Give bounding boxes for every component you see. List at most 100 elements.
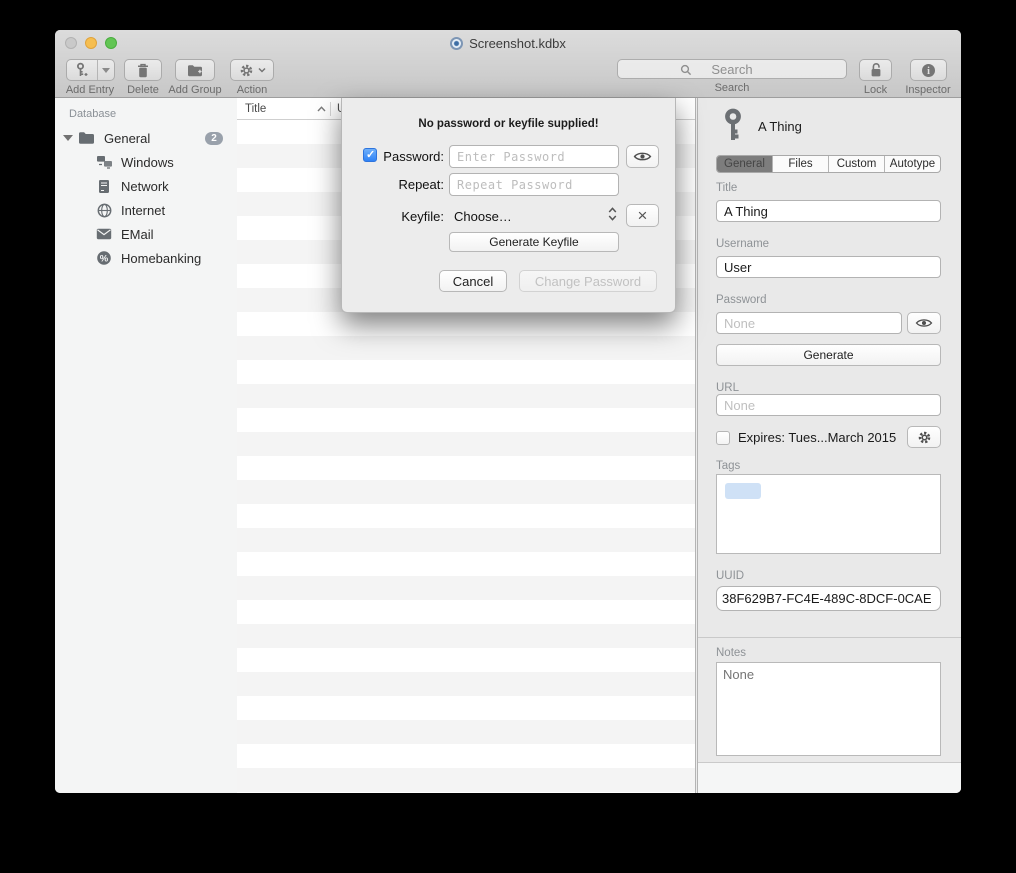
- entry-count-badge: 2: [205, 132, 223, 145]
- search-icon: [680, 64, 692, 76]
- toolbar-item-lock: Lock: [858, 59, 893, 96]
- add-entry-dropdown[interactable]: [97, 60, 114, 80]
- generate-keyfile-button[interactable]: Generate Keyfile: [449, 232, 619, 252]
- sidebar-item-network[interactable]: Network: [55, 174, 237, 198]
- reveal-password-button[interactable]: [626, 145, 659, 168]
- repeat-password-input[interactable]: [449, 173, 619, 196]
- action-label: Action: [237, 84, 268, 96]
- svg-text:i: i: [927, 66, 930, 77]
- tab-custom[interactable]: Custom: [828, 156, 884, 172]
- toolbar-item-action: Action: [229, 59, 275, 96]
- toolbar-item-inspector: i Inspector: [904, 59, 952, 96]
- inspector-tabs: General Files Custom Autotype: [716, 155, 941, 173]
- eye-icon: [633, 150, 652, 163]
- add-group-button[interactable]: [175, 59, 215, 81]
- username-field-label: Username: [716, 238, 769, 250]
- toolbar: Add Entry Delete: [55, 56, 961, 98]
- column-title-label: Title: [245, 103, 266, 115]
- tab-files[interactable]: Files: [772, 156, 828, 172]
- sidebar: Database General 2 Windows Network: [55, 98, 237, 793]
- enter-password-input[interactable]: [449, 145, 619, 168]
- add-entry-label: Add Entry: [66, 84, 114, 96]
- sidebar-item-label: Windows: [121, 155, 174, 170]
- generate-button[interactable]: Generate: [716, 344, 941, 366]
- tag-token[interactable]: [725, 483, 761, 499]
- title-area: Screenshot.kdbx: [55, 30, 961, 56]
- sidebar-item-internet[interactable]: Internet: [55, 198, 237, 222]
- tags-box[interactable]: [716, 474, 941, 554]
- expires-checkbox[interactable]: [716, 431, 730, 445]
- chevron-down-icon: [258, 67, 266, 73]
- lock-button[interactable]: [859, 59, 892, 81]
- sidebar-item-label: EMail: [121, 227, 154, 242]
- tags-field-label: Tags: [716, 460, 740, 472]
- url-input[interactable]: [716, 394, 941, 416]
- lock-label: Lock: [864, 84, 887, 96]
- key-plus-icon: [67, 60, 97, 80]
- sidebar-header: Database: [69, 108, 116, 120]
- add-group-label: Add Group: [168, 84, 221, 96]
- entry-title: A Thing: [758, 119, 802, 134]
- notes-textarea[interactable]: [716, 662, 941, 756]
- show-password-button[interactable]: [907, 312, 941, 334]
- unlock-icon: [869, 62, 883, 78]
- uuid-field[interactable]: [716, 586, 941, 611]
- sidebar-item-label: Homebanking: [121, 251, 201, 266]
- password-label: Password:: [342, 149, 444, 164]
- app-window: Screenshot.kdbx Add Entry: [55, 30, 961, 793]
- toolbar-item-search: Search: [617, 59, 847, 94]
- search-field[interactable]: [617, 59, 847, 79]
- sidebar-item-homebanking[interactable]: % Homebanking: [55, 246, 237, 270]
- tab-autotype[interactable]: Autotype: [884, 156, 940, 172]
- dropdown-arrow-icon: [102, 68, 110, 73]
- disclosure-triangle-icon[interactable]: [63, 135, 73, 141]
- notes-field-label: Notes: [716, 647, 746, 659]
- gear-icon: [239, 63, 254, 78]
- column-header-title[interactable]: Title: [237, 103, 330, 115]
- keyfile-label: Keyfile:: [342, 209, 444, 224]
- sidebar-item-general[interactable]: General 2: [55, 126, 237, 150]
- info-icon: i: [921, 63, 936, 78]
- tab-general[interactable]: General: [717, 156, 772, 172]
- sidebar-item-label: General: [104, 131, 150, 146]
- password-input[interactable]: [716, 312, 902, 334]
- percent-icon: %: [95, 249, 113, 267]
- titlebar: Screenshot.kdbx: [55, 30, 961, 56]
- gear-icon: [917, 430, 932, 445]
- window-chrome: Screenshot.kdbx Add Entry: [55, 30, 961, 98]
- close-x-icon: ×: [638, 207, 648, 224]
- change-password-sheet: No password or keyfile supplied! Passwor…: [341, 98, 676, 313]
- title-field-label: Title: [716, 182, 737, 194]
- delete-label: Delete: [127, 84, 159, 96]
- inspector-footer: [698, 762, 961, 793]
- username-input[interactable]: [716, 256, 941, 278]
- sidebar-item-email[interactable]: EMail: [55, 222, 237, 246]
- url-field-label: URL: [716, 382, 739, 394]
- action-button[interactable]: [230, 59, 274, 81]
- expires-settings-button[interactable]: [907, 426, 941, 448]
- add-entry-button[interactable]: [66, 59, 115, 81]
- sidebar-item-windows[interactable]: Windows: [55, 150, 237, 174]
- clear-keyfile-button[interactable]: ×: [626, 204, 659, 227]
- windows-icon: [95, 153, 113, 171]
- title-input[interactable]: [716, 200, 941, 222]
- change-password-button[interactable]: Change Password: [519, 270, 657, 292]
- svg-text:%: %: [100, 253, 109, 264]
- cancel-button[interactable]: Cancel: [439, 270, 507, 292]
- server-icon: [95, 177, 113, 195]
- keyfile-popup[interactable]: Choose…: [454, 209, 512, 224]
- inspector-button[interactable]: i: [910, 59, 947, 81]
- uuid-field-label: UUID: [716, 570, 744, 582]
- folder-plus-icon: [187, 64, 203, 77]
- search-input[interactable]: [618, 62, 846, 77]
- toolbar-item-add-entry: Add Entry: [61, 59, 119, 96]
- expires-label: Expires: Tues...March 2015: [738, 430, 896, 445]
- key-icon: [722, 108, 744, 144]
- delete-button[interactable]: [124, 59, 162, 81]
- folder-icon: [77, 129, 95, 147]
- separator: [698, 637, 961, 638]
- stepper-icon[interactable]: [608, 206, 617, 222]
- repeat-label: Repeat:: [342, 177, 444, 192]
- trash-icon: [136, 63, 150, 78]
- search-label: Search: [715, 82, 750, 94]
